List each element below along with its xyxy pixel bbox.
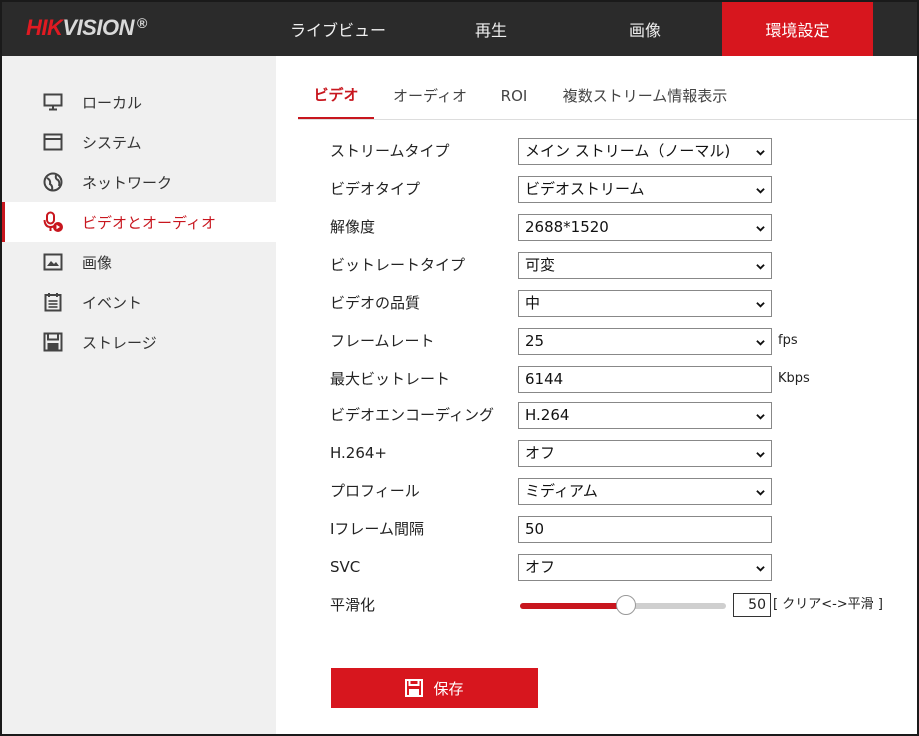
bitrate-type-label: ビットレートタイプ bbox=[330, 256, 466, 274]
save-disk-icon bbox=[405, 679, 424, 697]
select-value: ミディアム bbox=[525, 482, 598, 500]
resolution-label: 解像度 bbox=[330, 218, 376, 236]
sidebar-item-storage[interactable]: ストレージ bbox=[2, 322, 276, 362]
tab-multi-stream-info[interactable]: 複数ストリーム情報表示 bbox=[552, 72, 738, 119]
hikvision-logo: HIKVISION ® bbox=[26, 15, 147, 40]
video-type-label: ビデオタイプ bbox=[330, 180, 421, 198]
nav-playback[interactable]: 再生 bbox=[436, 2, 546, 56]
smoothing-hint: [ クリア<->平滑 ] bbox=[773, 597, 883, 612]
select-value: H.264 bbox=[525, 406, 570, 424]
stream-type-select[interactable]: メイン ストリーム（ノーマル) bbox=[518, 138, 772, 165]
stream-type-label: ストリームタイプ bbox=[330, 142, 450, 160]
select-value: 25 bbox=[525, 332, 545, 350]
nav-picture[interactable]: 画像 bbox=[586, 2, 704, 56]
image-icon bbox=[42, 251, 64, 273]
svc-label: SVC bbox=[330, 558, 361, 576]
chevron-down-icon bbox=[756, 150, 765, 156]
sidebar-item-label: ローカル bbox=[82, 93, 143, 112]
sidebar-item-label: イベント bbox=[82, 293, 143, 312]
select-value: オフ bbox=[525, 558, 556, 576]
chevron-down-icon bbox=[756, 340, 765, 346]
nav-label: ライブビュー bbox=[289, 21, 386, 40]
globe-icon bbox=[42, 171, 64, 193]
h264plus-select[interactable]: オフ bbox=[518, 440, 772, 467]
sidebar-item-image[interactable]: 画像 bbox=[2, 242, 276, 282]
save-button-label: 保存 bbox=[433, 679, 464, 698]
chevron-down-icon bbox=[756, 452, 765, 458]
svc-select[interactable]: オフ bbox=[518, 554, 772, 581]
sidebar: ローカル システム ネットワーク ビデオとオーディオ 画像 イベント ストレージ bbox=[2, 56, 276, 734]
input-value: 50 bbox=[525, 520, 545, 538]
bitrate-type-select[interactable]: 可変 bbox=[518, 252, 772, 279]
tab-label: オーディオ bbox=[393, 87, 467, 105]
select-value: ビデオストリーム bbox=[525, 180, 645, 198]
video-quality-select[interactable]: 中 bbox=[518, 290, 772, 317]
video-type-select[interactable]: ビデオストリーム bbox=[518, 176, 772, 203]
top-navigation-bar: HIKVISION ® ライブビュー 再生 画像 環境設定 bbox=[2, 2, 917, 56]
h264plus-label: H.264+ bbox=[330, 444, 387, 462]
sidebar-item-label: ビデオとオーディオ bbox=[82, 213, 216, 232]
chevron-down-icon bbox=[756, 188, 765, 194]
sidebar-item-label: ネットワーク bbox=[82, 173, 173, 192]
tab-roi[interactable]: ROI bbox=[490, 72, 538, 119]
sidebar-item-label: システム bbox=[82, 133, 142, 152]
smoothing-slider-handle[interactable] bbox=[616, 595, 636, 615]
tab-bar: ビデオ オーディオ ROI 複数ストリーム情報表示 bbox=[298, 72, 917, 120]
system-icon bbox=[42, 131, 64, 153]
microphone-icon bbox=[42, 211, 64, 233]
chevron-down-icon bbox=[756, 302, 765, 308]
resolution-select[interactable]: 2688*1520 bbox=[518, 214, 772, 241]
video-quality-label: ビデオの品質 bbox=[330, 294, 421, 312]
max-bitrate-label: 最大ビットレート bbox=[330, 370, 451, 388]
sidebar-item-event[interactable]: イベント bbox=[2, 282, 276, 322]
chevron-down-icon bbox=[756, 566, 765, 572]
chevron-down-icon bbox=[756, 264, 765, 270]
input-value: 50 bbox=[748, 597, 766, 613]
smoothing-slider-fill bbox=[520, 603, 627, 609]
input-value: 6144 bbox=[525, 370, 564, 388]
nav-label: 環境設定 bbox=[765, 21, 830, 40]
nav-label: 画像 bbox=[628, 21, 661, 40]
chevron-down-icon bbox=[756, 414, 765, 420]
frame-rate-unit: fps bbox=[778, 333, 798, 348]
select-value: メイン ストリーム（ノーマル) bbox=[525, 142, 731, 160]
i-frame-interval-input[interactable]: 50 bbox=[518, 516, 772, 543]
i-frame-interval-label: Iフレーム間隔 bbox=[330, 520, 424, 538]
select-value: 可変 bbox=[525, 256, 556, 274]
app-window: HIKVISION ® ライブビュー 再生 画像 環境設定 ローカル システム ネ… bbox=[0, 0, 919, 736]
frame-rate-select[interactable]: 25 bbox=[518, 328, 772, 355]
max-bitrate-input[interactable]: 6144 bbox=[518, 366, 772, 393]
chevron-down-icon bbox=[756, 226, 765, 232]
chevron-down-icon bbox=[756, 490, 765, 496]
max-bitrate-unit: Kbps bbox=[778, 371, 810, 386]
profile-label: プロフィール bbox=[330, 482, 420, 500]
nav-configuration[interactable]: 環境設定 bbox=[722, 2, 873, 56]
tab-label: ビデオ bbox=[313, 86, 359, 104]
save-disk-icon bbox=[42, 331, 64, 353]
nav-live-view[interactable]: ライブビュー bbox=[272, 2, 404, 56]
select-value: オフ bbox=[525, 444, 556, 462]
calendar-icon bbox=[42, 291, 64, 313]
sidebar-item-network[interactable]: ネットワーク bbox=[2, 162, 276, 202]
video-encoding-label: ビデオエンコーディング bbox=[330, 406, 494, 424]
sidebar-item-system[interactable]: システム bbox=[2, 122, 276, 162]
smoothing-value-input[interactable]: 50 bbox=[733, 593, 771, 617]
smoothing-label: 平滑化 bbox=[330, 596, 376, 614]
tab-audio[interactable]: オーディオ bbox=[382, 72, 478, 119]
sidebar-item-label: 画像 bbox=[82, 253, 113, 272]
monitor-icon bbox=[42, 91, 64, 113]
tab-label: 複数ストリーム情報表示 bbox=[562, 87, 728, 105]
save-button[interactable]: 保存 bbox=[331, 668, 538, 708]
nav-label: 再生 bbox=[474, 21, 507, 40]
profile-select[interactable]: ミディアム bbox=[518, 478, 772, 505]
frame-rate-label: フレームレート bbox=[330, 332, 435, 350]
sidebar-item-label: ストレージ bbox=[82, 333, 157, 352]
video-encoding-select[interactable]: H.264 bbox=[518, 402, 772, 429]
sidebar-item-video-audio[interactable]: ビデオとオーディオ bbox=[2, 202, 276, 242]
tab-video[interactable]: ビデオ bbox=[298, 72, 374, 119]
select-value: 2688*1520 bbox=[525, 218, 609, 236]
tab-label: ROI bbox=[500, 86, 528, 105]
select-value: 中 bbox=[525, 294, 541, 312]
sidebar-item-local[interactable]: ローカル bbox=[2, 82, 276, 122]
